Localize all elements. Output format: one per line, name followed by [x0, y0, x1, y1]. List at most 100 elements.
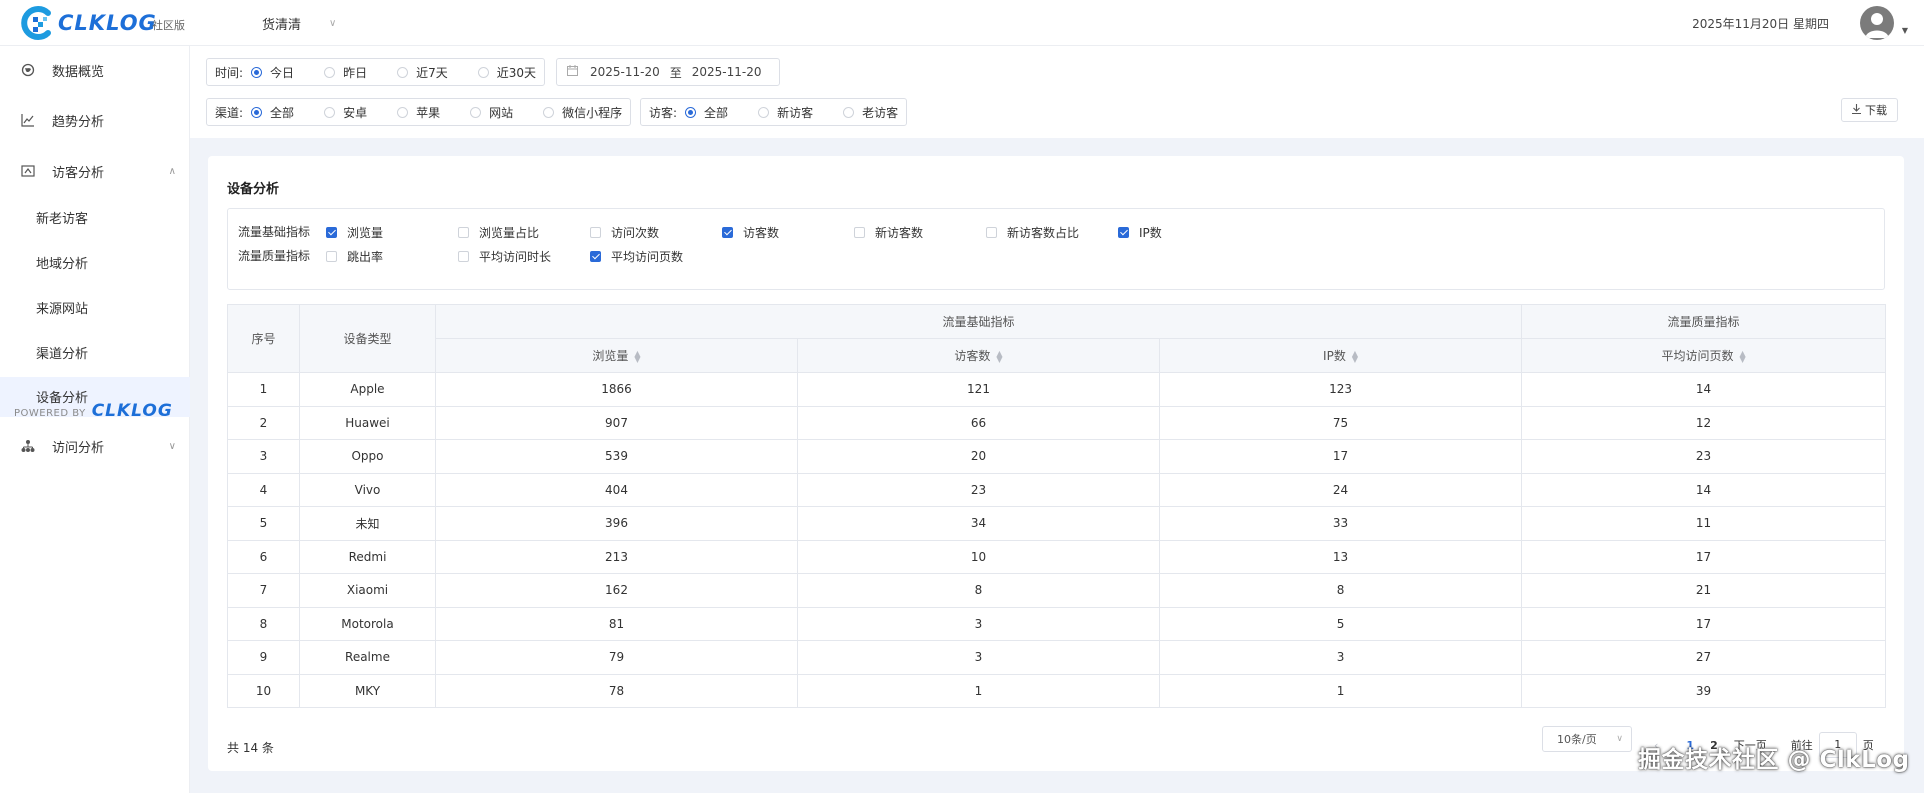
time-option-30days[interactable]: 近30天: [477, 64, 536, 81]
powered-by-logo: POWERED BY CLKLOG: [14, 401, 173, 421]
sort-icon[interactable]: ▲ ▼: [1352, 349, 1358, 363]
sidebar-subitem-label: 地域分析: [36, 256, 89, 272]
radio-label: 昨日: [343, 65, 368, 80]
metric-checkbox-ip[interactable]: IP数: [1118, 224, 1162, 241]
time-filter-label: 时间:: [215, 65, 244, 80]
cell-index: 8: [227, 606, 300, 641]
org-icon: [20, 438, 36, 454]
edition-label: 社区版: [152, 19, 185, 32]
calendar-icon: [567, 65, 578, 79]
channel-option-miniprogram[interactable]: 微信小程序: [543, 104, 622, 121]
col-header-ip[interactable]: IP数 ▲ ▼: [1158, 338, 1523, 373]
device-analysis-card: 设备分析 流量基础指标 流量质量指标 浏览量 浏览量占比 访问次数 访客数 新访…: [208, 156, 1904, 771]
cell-device: Motorola: [299, 606, 436, 641]
time-option-today[interactable]: 今日: [251, 64, 294, 81]
channel-option-android[interactable]: 安卓: [324, 104, 367, 121]
metric-checkbox-avg-time[interactable]: 平均访问时长: [458, 248, 551, 265]
sidebar-subitem-label: 来源网站: [36, 301, 89, 317]
time-option-yesterday[interactable]: 昨日: [324, 64, 367, 81]
checkbox-icon: [590, 227, 601, 238]
table-row: 6 Redmi 213 10 13 17: [227, 539, 1887, 574]
app-logo[interactable]: CLKLOG: [18, 5, 157, 41]
sidebar-item-label: 访客分析: [52, 165, 105, 181]
time-option-7days[interactable]: 近7天: [397, 64, 448, 81]
sidebar-item-access[interactable]: 访问分析 ∨: [0, 426, 190, 466]
metric-checkbox-avg-pages[interactable]: 平均访问页数: [590, 248, 683, 265]
checkbox-label: 平均访问页数: [611, 250, 684, 264]
cell-ip: 5: [1158, 606, 1523, 641]
cell-device: Realme: [299, 640, 436, 675]
visitor-option-old[interactable]: 老访客: [843, 104, 898, 121]
table-row: 10 MKY 78 1 1 39: [227, 673, 1887, 708]
sidebar-subitem-region[interactable]: 地域分析: [0, 242, 190, 282]
col-header-pv[interactable]: 浏览量 ▲ ▼: [435, 338, 798, 373]
chevron-down-icon: ∨: [329, 18, 337, 29]
cell-avg-pages: 17: [1521, 606, 1887, 641]
col-header-uv[interactable]: 访客数 ▲ ▼: [797, 338, 1160, 373]
sort-icon[interactable]: ▲ ▼: [634, 349, 640, 363]
clklog-logo-icon: [18, 4, 56, 42]
radio-label: 新访客: [777, 105, 814, 120]
table-row: 9 Realme 79 3 3 27: [227, 640, 1887, 675]
channel-option-apple[interactable]: 苹果: [397, 104, 440, 121]
channel-filter: 渠道: 全部 安卓 苹果 网站 微信小程序: [206, 98, 632, 126]
metric-checkbox-visits[interactable]: 访问次数: [590, 224, 659, 241]
table-row: 1 Apple 1866 121 123 14: [227, 372, 1887, 407]
metric-checkbox-pv[interactable]: 浏览量: [326, 224, 383, 241]
cell-uv: 121: [797, 372, 1160, 407]
metric-checkbox-bounce[interactable]: 跳出率: [326, 248, 383, 265]
cell-uv: 66: [797, 405, 1160, 440]
radio-dot: [685, 106, 697, 118]
channel-option-all[interactable]: 全部: [251, 104, 294, 121]
radio-dot: [324, 66, 336, 78]
sidebar-item-visitor[interactable]: 访客分析 ∧: [0, 151, 190, 191]
logo-text: CLKLOG: [58, 11, 157, 35]
metric-checkbox-pv-ratio[interactable]: 浏览量占比: [458, 224, 539, 241]
date-end: 2025-11-20: [691, 65, 762, 79]
table-row: 8 Motorola 81 3 5 17: [227, 606, 1887, 641]
radio-label: 老访客: [862, 105, 899, 120]
cell-pv: 79: [435, 640, 798, 675]
cell-pv: 1866: [435, 372, 798, 407]
caret-down-icon[interactable]: ▼: [1902, 26, 1908, 35]
checkbox-label: IP数: [1139, 226, 1162, 240]
sidebar-item-label: 访问分析: [52, 440, 105, 456]
radio-dot: [397, 106, 409, 118]
col-header-avg-pages[interactable]: 平均访问页数 ▲ ▼: [1521, 338, 1887, 373]
checkbox-label: 平均访问时长: [479, 250, 552, 264]
download-button[interactable]: 下载: [1841, 98, 1898, 122]
col-header-label: 浏览量: [592, 349, 629, 363]
checkbox-icon: [722, 227, 733, 238]
sidebar-item-trend[interactable]: 趋势分析: [0, 100, 190, 140]
cell-index: 1: [227, 372, 300, 407]
date-range-picker[interactable]: 2025-11-20 至 2025-11-20: [556, 58, 780, 86]
channel-option-website[interactable]: 网站: [470, 104, 513, 121]
project-selector[interactable]: 货清清 ∨: [262, 14, 336, 33]
metric-checkbox-uv[interactable]: 访客数: [722, 224, 779, 241]
visitor-option-new[interactable]: 新访客: [758, 104, 813, 121]
sidebar-subitem-channel[interactable]: 渠道分析: [0, 332, 190, 372]
cell-index: 3: [227, 439, 300, 474]
radio-label: 苹果: [416, 105, 441, 120]
user-icon: [1865, 13, 1889, 38]
cell-pv: 81: [435, 606, 798, 641]
cell-uv: 10: [797, 539, 1160, 574]
cell-ip: 1: [1158, 673, 1523, 708]
avatar[interactable]: [1860, 6, 1894, 40]
sidebar-subitem-source[interactable]: 来源网站: [0, 287, 190, 327]
visitor-option-all[interactable]: 全部: [685, 104, 728, 121]
metric-checkbox-new-uv-ratio[interactable]: 新访客数占比: [986, 224, 1079, 241]
chevron-down-icon: ∨: [168, 440, 176, 452]
cell-device: MKY: [299, 673, 436, 708]
cell-avg-pages: 21: [1521, 573, 1887, 608]
page-size-select[interactable]: 10条/页 ∨: [1542, 726, 1632, 752]
metrics-selector: 流量基础指标 流量质量指标 浏览量 浏览量占比 访问次数 访客数 新访客数 新访…: [227, 208, 1885, 290]
sidebar-item-overview[interactable]: 数据概览: [0, 50, 190, 90]
sidebar-subitem-new-old[interactable]: 新老访客: [0, 197, 190, 237]
metric-checkbox-new-uv[interactable]: 新访客数: [854, 224, 923, 241]
sort-icon[interactable]: ▲ ▼: [1739, 349, 1745, 363]
cell-ip: 3: [1158, 640, 1523, 675]
sort-icon[interactable]: ▲ ▼: [996, 349, 1002, 363]
checkbox-icon: [458, 227, 469, 238]
group-header-basic: 流量基础指标: [434, 304, 1523, 339]
